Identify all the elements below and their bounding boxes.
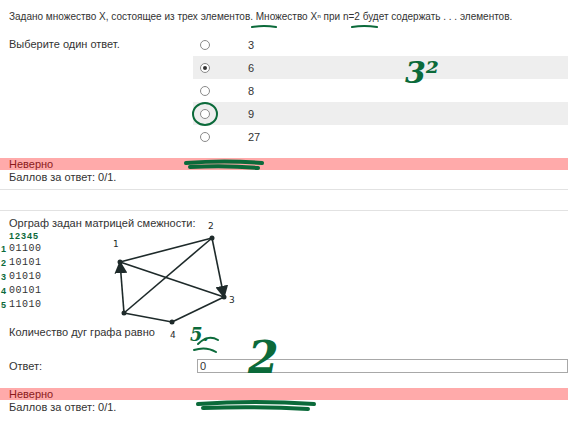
node-dot — [222, 295, 227, 300]
node-dot — [118, 260, 123, 265]
graph-node — [122, 311, 127, 316]
option-row[interactable]: 6 — [193, 56, 568, 79]
graph-edge — [212, 238, 224, 297]
node-label: 3 — [229, 295, 235, 305]
feedback-bar: Неверно — [0, 388, 568, 400]
matrix-row: 301010 — [0, 270, 568, 284]
handwritten-note: 2 — [248, 336, 279, 380]
graph-node: 1 — [113, 239, 123, 265]
node-label: 1 — [113, 239, 119, 249]
matrix-row: 511010 — [0, 298, 568, 312]
option-label: 27 — [248, 130, 260, 144]
row-label: 2 — [1, 258, 9, 268]
graph-edge — [120, 262, 124, 313]
instruction: Выберите один ответ. — [0, 33, 193, 148]
node-label: 2 — [208, 221, 214, 231]
radio-wrap — [200, 40, 210, 50]
matrix-row: 210101 — [0, 256, 568, 270]
option-row[interactable]: 3 — [193, 33, 568, 56]
question-prompt: Количество дуг графа равно — [0, 325, 568, 339]
matrix-values: 11010 — [9, 298, 42, 312]
underline-stroke — [352, 26, 377, 27]
circle-annotation — [192, 102, 218, 126]
graph-edge — [172, 297, 224, 322]
radio-button[interactable] — [200, 63, 210, 73]
radio-dot — [203, 66, 207, 70]
matrix-row: 400101 — [0, 284, 568, 298]
graph-edge — [124, 238, 212, 313]
radio-wrap — [200, 86, 210, 96]
feedback-bar: Неверно — [0, 158, 568, 170]
underline-stroke — [252, 26, 276, 27]
option-label: 6 — [248, 61, 254, 75]
answer-label: Ответ: — [0, 359, 197, 373]
question-text: Орграф задан матрицей смежности: — [0, 211, 568, 230]
question-text: Задано множество X, состоящее из трех эл… — [0, 10, 568, 24]
matrix-values: 10101 — [9, 256, 42, 270]
option-row[interactable]: 8 — [193, 79, 568, 102]
options-list: 3 6 8 9 27 — [193, 33, 568, 148]
scribble-stroke — [186, 162, 262, 169]
row-label: 5 — [1, 300, 9, 310]
radio-button[interactable] — [200, 132, 210, 142]
node-dot — [170, 320, 175, 325]
radio-button[interactable] — [200, 109, 210, 119]
option-row[interactable]: 27 — [193, 125, 568, 148]
graph-edge — [120, 262, 224, 297]
row-label: 3 — [1, 272, 9, 282]
handwritten-note: 5. — [190, 326, 209, 344]
matrix-values: 00101 — [9, 284, 42, 298]
scribble-stroke — [198, 402, 314, 409]
score-text: Баллов за ответ: 0/1. — [0, 400, 568, 414]
graph-node: 2 — [208, 221, 215, 241]
graph-diagram: 1 2 3 4 — [113, 221, 235, 340]
handwritten-note: 3² — [405, 58, 439, 88]
graph-node: 4 — [170, 320, 177, 341]
matrix-block: 12345101100210101301010400101511010 — [0, 230, 568, 312]
ink-strokes — [186, 26, 377, 409]
radio-wrap — [200, 109, 210, 119]
column-labels: 12345 — [0, 230, 568, 242]
graph-edge — [120, 238, 212, 262]
matrix-values: 01010 — [9, 270, 42, 284]
radio-button[interactable] — [200, 40, 210, 50]
graph-node: 3 — [222, 295, 235, 306]
question-1: Задано множество X, состоящее из трех эл… — [0, 0, 568, 190]
graph-edge — [124, 313, 172, 322]
matrix-values: 01100 — [9, 242, 42, 256]
radio-wrap — [200, 63, 210, 73]
option-row[interactable]: 9 — [193, 102, 568, 125]
question-2: Орграф задан матрицей смежности:12345101… — [0, 210, 568, 414]
answer-row: Ответ:0 — [0, 359, 568, 373]
node-dot — [122, 311, 127, 316]
radio-button[interactable] — [200, 86, 210, 96]
radio-wrap — [200, 132, 210, 142]
option-label: 9 — [248, 107, 254, 121]
answer-area: Выберите один ответ. 3 6 8 9 27 — [0, 33, 568, 148]
node-dot — [210, 236, 215, 241]
node-label: 4 — [170, 330, 176, 340]
score-text: Баллов за ответ: 0/1. — [0, 170, 568, 184]
row-label: 1 — [1, 244, 9, 254]
row-label: 4 — [1, 286, 9, 296]
drawing-overlay: 1 2 3 4 — [0, 0, 568, 424]
option-label: 8 — [248, 84, 254, 98]
matrix-row: 101100 — [0, 242, 568, 256]
option-label: 3 — [248, 38, 254, 52]
quiz-review-page: Задано множество X, состоящее из трех эл… — [0, 0, 568, 424]
